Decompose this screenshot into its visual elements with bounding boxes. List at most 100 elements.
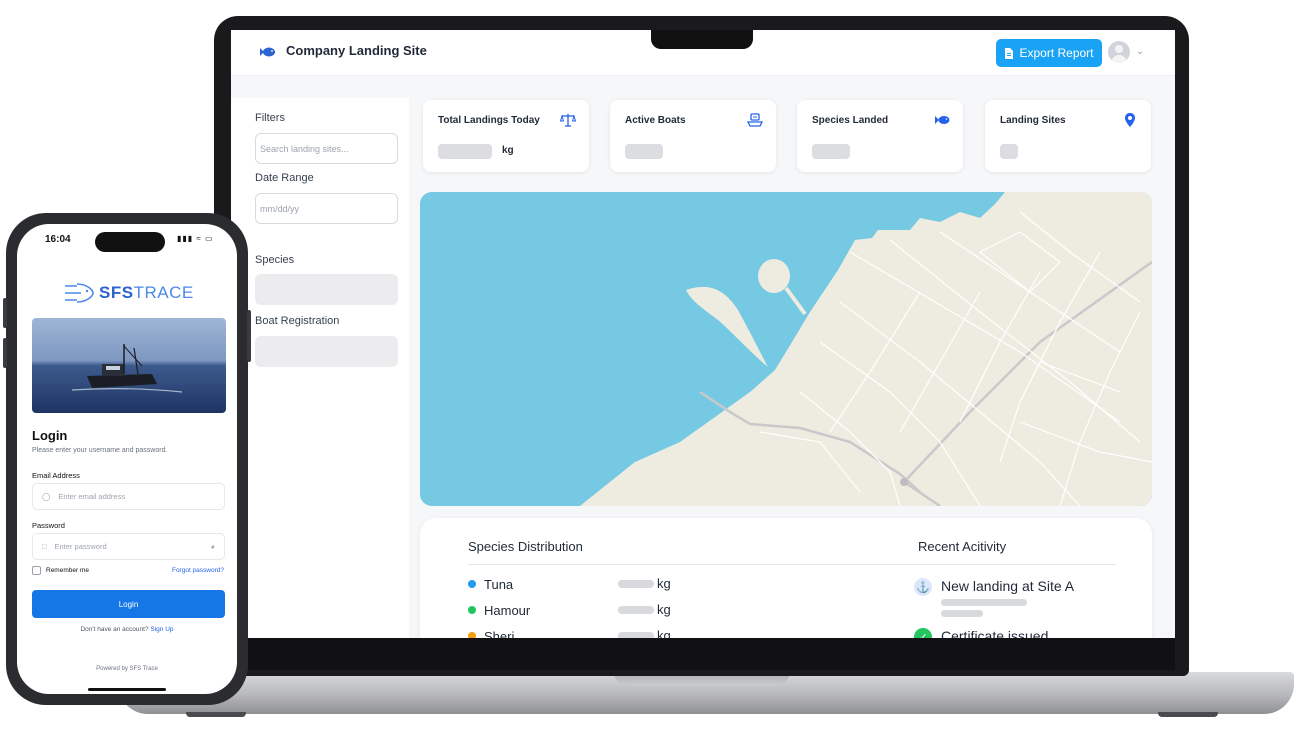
- species-unit: kg: [657, 602, 671, 617]
- scale-icon: [560, 114, 576, 127]
- password-label: Password: [32, 521, 65, 530]
- export-report-button[interactable]: Export Report: [996, 39, 1102, 67]
- device-mockup: Company Landing Site Export Report ⌄ Fil…: [0, 0, 1299, 731]
- activity-placeholder: [941, 610, 983, 617]
- login-button[interactable]: Login: [32, 590, 225, 618]
- card-title: Active Boats: [625, 115, 686, 126]
- email-field[interactable]: ◯ Enter email address: [32, 483, 225, 510]
- date-placeholder: mm/dd/yy: [260, 203, 300, 214]
- species-name: Hamour: [484, 602, 531, 618]
- card-unit: kg: [502, 145, 514, 156]
- phone-side-button: [3, 338, 7, 368]
- password-placeholder: Enter password: [54, 542, 107, 551]
- date-range-label: Date Range: [255, 172, 314, 184]
- boat-registration-select[interactable]: [255, 336, 398, 367]
- remember-checkbox[interactable]: [32, 566, 41, 575]
- user-icon: ◯: [42, 492, 51, 501]
- fish-logo-icon: [260, 47, 275, 57]
- boat-registration-label: Boat Registration: [255, 315, 340, 327]
- page-title: Company Landing Site: [286, 43, 427, 58]
- boat-photo: [32, 318, 226, 413]
- location-pin-icon: [1125, 113, 1135, 127]
- logo-wordmark: SFSTRACE: [99, 283, 194, 303]
- weight-placeholder: [618, 580, 654, 588]
- dynamic-island: [95, 232, 165, 252]
- species-item-tuna: Tuna: [468, 576, 513, 592]
- filters-sidebar: Filters Search landing sites... Date Ran…: [231, 98, 409, 638]
- laptop-foot: [1158, 712, 1218, 717]
- stat-card-total-landings: Total Landings Today kg: [423, 100, 589, 172]
- signup-prompt: Don't have an account? Sign Up: [17, 626, 237, 633]
- lock-icon: □: [42, 542, 47, 551]
- fishing-boat-image: [32, 318, 226, 413]
- login-title: Login: [32, 428, 68, 443]
- login-subtitle: Please enter your username and password.: [32, 447, 168, 454]
- home-indicator: [88, 688, 166, 691]
- map-canvas: [580, 192, 1152, 506]
- remember-label: Remember me: [46, 567, 89, 574]
- sfs-trace-logo: SFSTRACE: [63, 280, 194, 306]
- value-placeholder: [1000, 144, 1018, 159]
- phone-side-button: [3, 298, 7, 328]
- dashboard-screen: Company Landing Site Export Report ⌄ Fil…: [231, 30, 1175, 638]
- species-unit: kg: [657, 628, 671, 638]
- password-field[interactable]: □ Enter password ◕: [32, 533, 225, 560]
- laptop-screen-chin: [231, 638, 1175, 670]
- forgot-password-link[interactable]: Forgot password?: [172, 567, 224, 574]
- check-icon: ✓: [914, 628, 932, 638]
- email-label: Email Address: [32, 471, 80, 480]
- value-placeholder: [812, 144, 850, 159]
- recent-activity-title: Recent Acitivity: [918, 539, 1007, 554]
- activity-placeholder: [941, 599, 1027, 606]
- camera-notch: [651, 30, 753, 49]
- species-unit: kg: [657, 576, 671, 591]
- search-landing-sites-input[interactable]: Search landing sites...: [255, 133, 398, 164]
- remember-me[interactable]: Remember me: [32, 566, 89, 575]
- legend-dot: [468, 606, 476, 614]
- laptop-foot: [186, 712, 246, 717]
- species-name: Sheri: [484, 628, 515, 639]
- stat-card-landing-sites: Landing Sites: [985, 100, 1151, 172]
- landing-sites-map[interactable]: [420, 192, 1152, 506]
- divider: [468, 564, 1116, 565]
- email-placeholder: Enter email address: [58, 492, 126, 501]
- fish-circuit-logo-icon: [65, 283, 94, 303]
- species-item-sheri: Sheri: [468, 628, 514, 638]
- powered-by: Powered by SFS Trace: [96, 666, 158, 672]
- anchor-icon: ⚓: [914, 578, 932, 596]
- boat-icon: [747, 113, 763, 127]
- signup-text: Don't have an account?: [80, 626, 149, 633]
- logo-text-bold: SFS: [99, 283, 134, 302]
- value-placeholder: [438, 144, 492, 159]
- fish-icon: [935, 116, 950, 124]
- activity-item-text: Certificate issued: [941, 628, 1049, 638]
- value-placeholder: [625, 144, 663, 159]
- species-item-hamour: Hamour: [468, 602, 530, 618]
- stat-card-species-landed: Species Landed: [797, 100, 963, 172]
- logo-text-light: TRACE: [133, 283, 194, 302]
- phone-side-button: [247, 310, 251, 362]
- species-distribution-title: Species Distribution: [468, 539, 583, 554]
- export-report-label: Export Report: [1019, 46, 1094, 60]
- phone-login-screen: 16:04 ▮▮▮ ≈ ▭ SFSTRACE Login Please ente…: [17, 224, 237, 694]
- chevron-down-icon[interactable]: ⌄: [1136, 46, 1144, 57]
- status-icons: ▮▮▮ ≈ ▭: [177, 234, 214, 243]
- status-time: 16:04: [45, 234, 71, 245]
- date-range-input[interactable]: mm/dd/yy: [255, 193, 398, 224]
- document-icon: [1005, 47, 1014, 59]
- stat-card-active-boats: Active Boats: [610, 100, 776, 172]
- card-title: Total Landings Today: [438, 115, 540, 126]
- signup-link[interactable]: Sign Up: [150, 626, 173, 633]
- bottom-panel: Species Distribution Recent Acitivity Tu…: [420, 518, 1152, 638]
- legend-dot: [468, 632, 476, 638]
- weight-placeholder: [618, 632, 654, 638]
- species-label: Species: [255, 254, 295, 266]
- species-select[interactable]: [255, 274, 398, 305]
- weight-placeholder: [618, 606, 654, 614]
- card-title: Species Landed: [812, 115, 889, 126]
- species-name: Tuna: [484, 576, 514, 592]
- user-avatar[interactable]: [1108, 41, 1130, 63]
- card-title: Landing Sites: [1000, 115, 1066, 126]
- legend-dot: [468, 580, 476, 588]
- eye-off-icon[interactable]: ◕: [210, 542, 215, 551]
